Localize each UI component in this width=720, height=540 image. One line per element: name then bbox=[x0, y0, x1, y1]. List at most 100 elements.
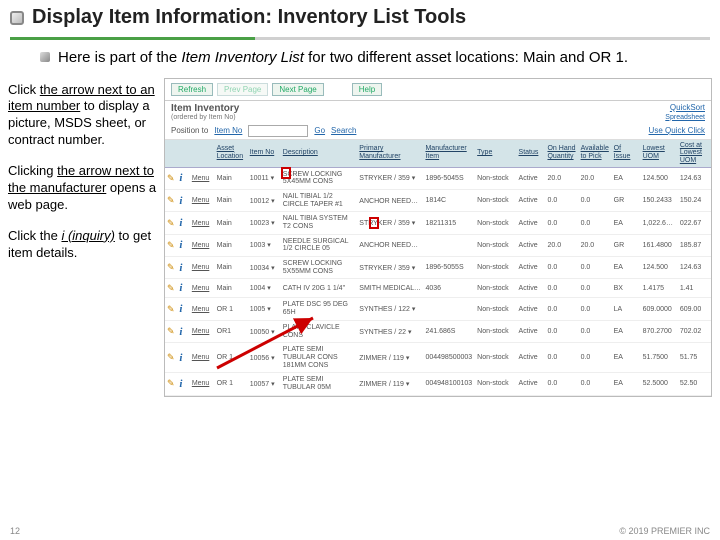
prev-page-button[interactable]: Prev Page bbox=[217, 83, 268, 96]
menu-link[interactable]: Menu bbox=[192, 220, 210, 227]
intro-row: Here is part of the Item Inventory List … bbox=[0, 48, 720, 74]
inquiry-icon[interactable]: i bbox=[179, 326, 182, 338]
menu-link[interactable]: Menu bbox=[192, 380, 210, 387]
cell-uom: EA bbox=[612, 167, 641, 189]
col-cost-lowest[interactable]: Cost at Lowest UOM bbox=[680, 142, 702, 164]
mfr-arrow-icon[interactable]: ▾ bbox=[408, 329, 412, 336]
cell-type: Non-stock bbox=[475, 212, 516, 234]
header-bullet-icon bbox=[10, 11, 24, 25]
item-arrow-icon[interactable]: ▾ bbox=[271, 355, 275, 362]
cell-description: SCREW LOCKING 5X45MM CONS bbox=[281, 167, 358, 189]
col-type[interactable]: Type bbox=[477, 149, 492, 156]
cell-uom: EA bbox=[612, 257, 641, 279]
mfr-arrow-icon[interactable]: ▾ bbox=[412, 220, 416, 227]
menu-link[interactable]: Menu bbox=[192, 242, 210, 249]
edit-icon[interactable]: ✎ bbox=[167, 240, 175, 250]
cell-asset: OR1 bbox=[215, 320, 248, 342]
item-arrow-icon[interactable]: ▾ bbox=[271, 265, 275, 272]
cell-cost: 185.87 bbox=[678, 234, 711, 256]
inquiry-icon[interactable]: i bbox=[179, 378, 182, 390]
item-arrow-icon[interactable]: ▾ bbox=[267, 306, 271, 313]
cell-manufacturer: ZIMMER / 119 ▾ bbox=[357, 343, 423, 373]
item-arrow-icon[interactable]: ▾ bbox=[271, 329, 275, 336]
cell-cost: 609.00 bbox=[678, 298, 711, 320]
menu-link[interactable]: Menu bbox=[192, 285, 210, 292]
item-arrow-icon[interactable]: ▾ bbox=[267, 285, 271, 292]
refresh-button[interactable]: Refresh bbox=[171, 83, 213, 96]
table-row: ✎iMenuOR 11005 ▾PLATE DSC 95 DEG 65HSYNT… bbox=[165, 298, 711, 320]
position-input[interactable] bbox=[248, 125, 308, 137]
cell-description: SCREW LOCKING 5X55MM CONS bbox=[281, 257, 358, 279]
edit-icon[interactable]: ✎ bbox=[167, 262, 175, 272]
inquiry-icon[interactable]: i bbox=[179, 303, 182, 315]
spreadsheet-link[interactable]: Spreadsheet bbox=[665, 114, 705, 121]
cell-lowest: 161.4800 bbox=[641, 234, 678, 256]
col-onhand[interactable]: On Hand Quantity bbox=[547, 145, 575, 160]
item-arrow-icon[interactable]: ▾ bbox=[267, 242, 271, 249]
cell-lowest: 1.4175 bbox=[641, 279, 678, 298]
mfr-arrow-icon[interactable]: ▾ bbox=[412, 265, 416, 272]
menu-link[interactable]: Menu bbox=[192, 328, 210, 335]
edit-icon[interactable]: ✎ bbox=[167, 304, 175, 314]
cell-available: 20.0 bbox=[579, 234, 612, 256]
inquiry-icon[interactable]: i bbox=[179, 217, 182, 229]
help-button[interactable]: Help bbox=[352, 83, 382, 96]
mfr-arrow-icon[interactable]: ▾ bbox=[412, 175, 416, 182]
item-arrow-icon[interactable]: ▾ bbox=[271, 175, 275, 182]
edit-icon[interactable]: ✎ bbox=[167, 173, 175, 183]
cell-lowest: 124.500 bbox=[641, 167, 678, 189]
edit-icon[interactable]: ✎ bbox=[167, 283, 175, 293]
item-arrow-icon[interactable]: ▾ bbox=[271, 381, 275, 388]
use-quick-click-link[interactable]: Use Quick Click bbox=[649, 126, 705, 135]
table-row: ✎iMenuMain10012 ▾NAIL TIBIAL 1/2 CIRCLE … bbox=[165, 189, 711, 211]
col-manufacturer[interactable]: Primary Manufacturer bbox=[359, 145, 400, 160]
go-link[interactable]: Go bbox=[314, 126, 325, 135]
inquiry-icon[interactable]: i bbox=[179, 195, 182, 207]
inquiry-icon[interactable]: i bbox=[179, 239, 182, 251]
cell-manufacturer: STRYKER / 359 ▾ bbox=[357, 212, 423, 234]
search-link[interactable]: Search bbox=[331, 126, 356, 135]
cell-status: Active bbox=[517, 234, 546, 256]
item-arrow-icon[interactable]: ▾ bbox=[271, 198, 275, 205]
table-row: ✎iMenuMain10011 ▾SCREW LOCKING 5X45MM CO… bbox=[165, 167, 711, 189]
edit-icon[interactable]: ✎ bbox=[167, 378, 175, 388]
mfr-arrow-icon[interactable]: ▾ bbox=[412, 306, 416, 313]
inquiry-icon[interactable]: i bbox=[179, 282, 182, 294]
col-mfr-item[interactable]: Manufacturer Item bbox=[425, 145, 466, 160]
cell-available: 0.0 bbox=[579, 373, 612, 395]
menu-link[interactable]: Menu bbox=[192, 264, 210, 271]
col-lowest[interactable]: Lowest UOM bbox=[643, 145, 665, 160]
cell-status: Active bbox=[517, 298, 546, 320]
menu-link[interactable]: Menu bbox=[192, 175, 210, 182]
col-item-no[interactable]: Item No bbox=[250, 149, 275, 156]
edit-icon[interactable]: ✎ bbox=[167, 352, 175, 362]
col-asset[interactable]: Asset Location bbox=[217, 145, 243, 160]
item-arrow-icon[interactable]: ▾ bbox=[271, 220, 275, 227]
position-field-label[interactable]: Item No bbox=[214, 126, 242, 135]
edit-icon[interactable]: ✎ bbox=[167, 195, 175, 205]
col-available[interactable]: Available to Pick bbox=[581, 145, 609, 160]
menu-link[interactable]: Menu bbox=[192, 197, 210, 204]
inquiry-icon[interactable]: i bbox=[179, 172, 182, 184]
cell-description: CATH IV 20G 1 1/4" bbox=[281, 279, 358, 298]
next-page-button[interactable]: Next Page bbox=[272, 83, 323, 96]
col-description[interactable]: Description bbox=[283, 149, 318, 156]
quicksort-link[interactable]: QuickSort bbox=[670, 103, 705, 114]
inquiry-icon[interactable]: i bbox=[179, 262, 182, 274]
cell-cost: 1.41 bbox=[678, 279, 711, 298]
mfr-arrow-icon[interactable]: ▾ bbox=[406, 355, 410, 362]
inquiry-icon[interactable]: i bbox=[179, 352, 182, 364]
accent-bar bbox=[10, 37, 710, 40]
cell-uom: GR bbox=[612, 189, 641, 211]
edit-icon[interactable]: ✎ bbox=[167, 326, 175, 336]
menu-link[interactable]: Menu bbox=[192, 354, 210, 361]
table-row: ✎iMenuMain10023 ▾NAIL TIBIA SYSTEM T2 CO… bbox=[165, 212, 711, 234]
mfr-arrow-icon[interactable]: ▾ bbox=[406, 381, 410, 388]
cell-item-no: 1005 ▾ bbox=[248, 298, 281, 320]
edit-icon[interactable]: ✎ bbox=[167, 218, 175, 228]
menu-link[interactable]: Menu bbox=[192, 306, 210, 313]
col-status[interactable]: Status bbox=[519, 149, 539, 156]
cell-cost: 124.63 bbox=[678, 257, 711, 279]
col-of-issue[interactable]: Of Issue bbox=[614, 145, 631, 160]
inventory-table: Asset Location Item No Description Prima… bbox=[165, 140, 711, 396]
